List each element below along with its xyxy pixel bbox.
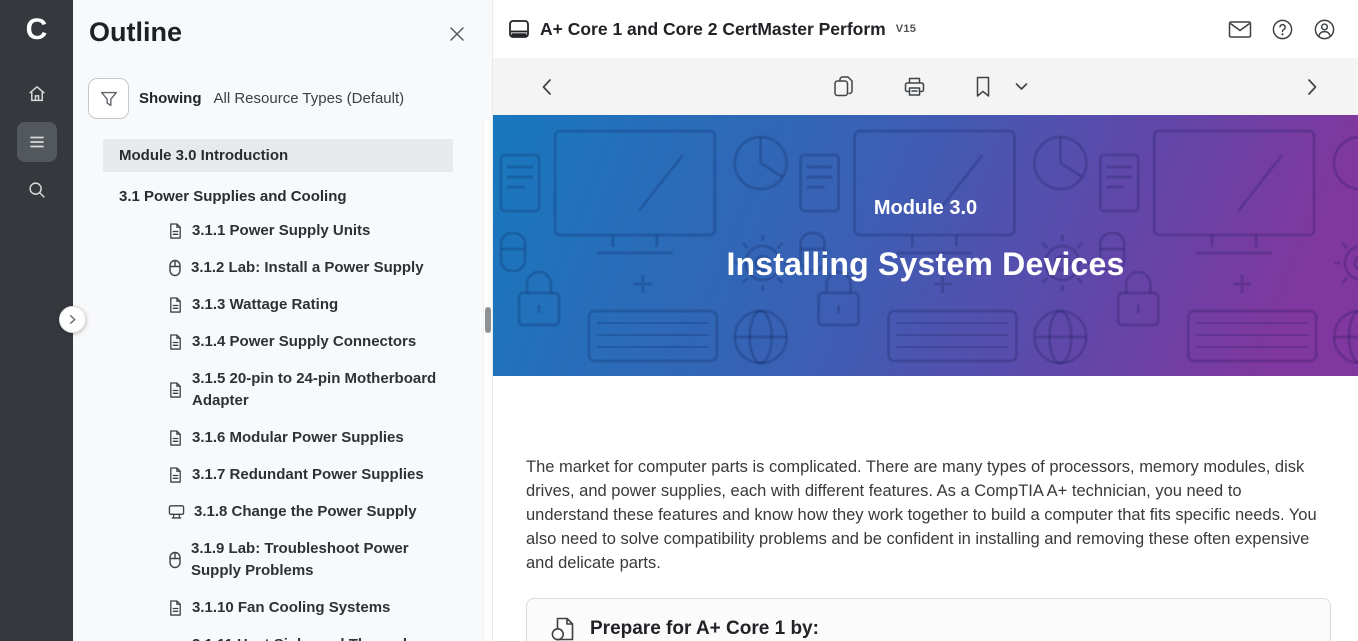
envelope-icon xyxy=(1228,20,1252,39)
outline-menu-button[interactable] xyxy=(17,122,57,162)
toolbar-center-group xyxy=(831,74,1028,99)
print-icon xyxy=(902,75,927,99)
chevron-left-icon xyxy=(541,78,552,96)
outline-item[interactable]: 3.1.2 Lab: Install a Power Supply xyxy=(73,257,492,279)
outline-item-label: 3.1.1 Power Supply Units xyxy=(192,220,370,242)
document-icon xyxy=(168,381,183,399)
filter-button[interactable] xyxy=(88,78,129,119)
course-version-badge: V15 xyxy=(896,23,916,35)
close-icon xyxy=(448,25,466,43)
intro-paragraph: The market for computer parts is complic… xyxy=(526,455,1321,575)
outline-item-label: 3.1.7 Redundant Power Supplies xyxy=(192,464,424,486)
brand-logo[interactable]: C xyxy=(26,8,48,52)
app-window: C xyxy=(0,0,1358,641)
chevron-right-icon xyxy=(1307,78,1318,96)
mouse-icon xyxy=(168,259,182,277)
document-icon xyxy=(168,429,183,447)
prepare-document-icon xyxy=(549,615,577,641)
outline-item-label: 3.1.11 Heat Sinks and Thermal xyxy=(192,634,407,641)
resource-filter-row: Showing All Resource Types (Default) xyxy=(88,78,492,119)
outline-section-3-1[interactable]: 3.1 Power Supplies and Cooling xyxy=(73,180,492,212)
outline-item[interactable]: 3.1.3 Wattage Rating xyxy=(73,294,492,316)
lesson-toolbar xyxy=(493,58,1358,115)
search-button[interactable] xyxy=(17,170,57,210)
outline-item-label: 3.1.8 Change the Power Supply xyxy=(194,501,417,523)
funnel-icon xyxy=(98,88,120,110)
main-content: A+ Core 1 and Core 2 CertMaster Perform … xyxy=(492,0,1358,641)
prepare-callout-title: Prepare for A+ Core 1 by: xyxy=(590,618,819,640)
outline-scrollbar-thumb[interactable] xyxy=(485,307,491,333)
hero-title: Installing System Devices xyxy=(726,246,1124,283)
outline-item-label: 3.1.10 Fan Cooling Systems xyxy=(192,597,390,619)
course-header: A+ Core 1 and Core 2 CertMaster Perform … xyxy=(493,0,1358,58)
panel-collapse-button[interactable] xyxy=(59,306,86,333)
help-button[interactable] xyxy=(1271,18,1294,41)
messages-button[interactable] xyxy=(1228,20,1252,39)
outline-item-module-intro[interactable]: Module 3.0 Introduction xyxy=(103,139,453,172)
outline-item-label: 3.1.4 Power Supply Connectors xyxy=(192,331,416,353)
course-reader-icon xyxy=(508,19,530,40)
outline-item[interactable]: 3.1.7 Redundant Power Supplies xyxy=(73,464,492,486)
outline-item-label: 3.1.6 Modular Power Supplies xyxy=(192,427,404,449)
document-icon xyxy=(168,296,183,314)
copy-icon xyxy=(831,74,856,99)
outline-item[interactable]: 3.1.11 Heat Sinks and Thermal xyxy=(73,634,492,641)
outline-panel: Outline Showing All Resource Types (Defa… xyxy=(73,0,492,641)
outline-menu-icon xyxy=(27,132,47,152)
monitor-icon xyxy=(168,503,185,520)
outline-item[interactable]: 3.1.1 Power Supply Units xyxy=(73,220,492,242)
filter-showing-label: Showing xyxy=(139,90,202,107)
account-button[interactable] xyxy=(1313,18,1336,41)
home-button[interactable] xyxy=(17,74,57,114)
document-icon xyxy=(168,599,183,617)
outline-item[interactable]: 3.1.4 Power Supply Connectors xyxy=(73,331,492,353)
prepare-callout: Prepare for A+ Core 1 by: xyxy=(526,598,1331,641)
outline-item[interactable]: 3.1.9 Lab: Troubleshoot Power Supply Pro… xyxy=(73,538,492,582)
outline-scrollbar-track[interactable] xyxy=(483,120,492,641)
copy-button[interactable] xyxy=(831,74,856,99)
outline-item-label: 3.1.9 Lab: Troubleshoot Power Supply Pro… xyxy=(191,538,411,582)
module-hero-banner: Module 3.0 Installing System Devices xyxy=(493,115,1358,376)
outline-item[interactable]: 3.1.10 Fan Cooling Systems xyxy=(73,597,492,619)
outline-item[interactable]: 3.1.6 Modular Power Supplies xyxy=(73,427,492,449)
search-icon xyxy=(26,179,48,201)
course-title: A+ Core 1 and Core 2 CertMaster Perform xyxy=(540,19,886,40)
outline-panel-title: Outline xyxy=(89,17,492,48)
chevron-down-icon xyxy=(1015,82,1028,91)
bookmark-icon xyxy=(973,75,993,99)
user-avatar-icon xyxy=(1313,18,1336,41)
bookmark-menu-button[interactable] xyxy=(1015,82,1028,91)
previous-page-button[interactable] xyxy=(541,78,552,96)
bookmark-group xyxy=(973,75,1028,99)
home-icon xyxy=(26,83,48,105)
print-button[interactable] xyxy=(902,75,927,99)
outline-list: Module 3.0 Introduction 3.1 Power Suppli… xyxy=(73,139,492,641)
document-icon xyxy=(168,222,183,240)
chevron-right-icon xyxy=(67,314,78,325)
next-page-button[interactable] xyxy=(1307,78,1318,96)
mouse-icon xyxy=(168,551,182,569)
document-icon xyxy=(168,333,183,351)
close-outline-button[interactable] xyxy=(446,23,468,45)
bookmark-button[interactable] xyxy=(973,75,993,99)
document-icon xyxy=(168,466,183,484)
filter-value: All Resource Types (Default) xyxy=(214,90,405,107)
help-icon xyxy=(1271,18,1294,41)
outline-item[interactable]: 3.1.5 20-pin to 24-pin Motherboard Adapt… xyxy=(73,368,492,412)
header-actions xyxy=(1228,18,1336,41)
outline-item-label: 3.1.5 20-pin to 24-pin Motherboard Adapt… xyxy=(192,368,438,412)
lesson-body: The market for computer parts is complic… xyxy=(493,376,1358,641)
hero-module-label: Module 3.0 xyxy=(874,197,977,220)
outline-item-label: 3.1.3 Wattage Rating xyxy=(192,294,338,316)
outline-item-label: 3.1.2 Lab: Install a Power Supply xyxy=(191,257,424,279)
outline-item[interactable]: 3.1.8 Change the Power Supply xyxy=(73,501,492,523)
